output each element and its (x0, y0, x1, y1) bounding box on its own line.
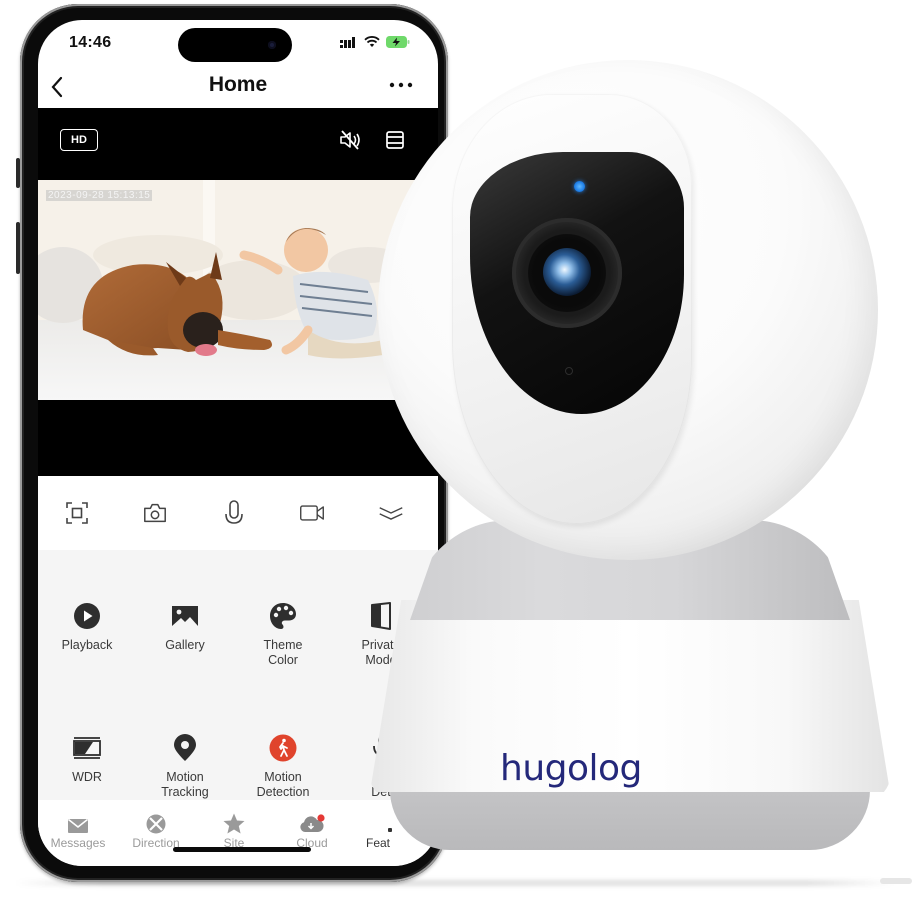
feature-label: Gallery (165, 638, 205, 652)
brand-logo: hugolog (500, 748, 642, 789)
palette-icon (270, 603, 296, 629)
status-time: 14:46 (69, 34, 112, 51)
phone-side-button (16, 158, 20, 188)
direction-pad-icon (146, 814, 166, 834)
feature-motion-detection[interactable]: Motion Detection (238, 734, 328, 800)
feature-gallery[interactable]: Gallery (140, 602, 230, 653)
cloud-icon (300, 814, 325, 832)
cellular-signal-icon (340, 36, 355, 48)
talk-button[interactable] (221, 500, 247, 526)
star-icon (223, 813, 245, 834)
security-camera-product: hugolog (360, 60, 912, 900)
power-cable (880, 878, 912, 884)
wifi-icon (364, 36, 380, 47)
status-icons (340, 36, 410, 48)
feature-label: Motion Detection (256, 770, 310, 799)
front-camera (268, 41, 276, 49)
notification-badge (317, 814, 325, 822)
location-pin-icon (174, 734, 196, 761)
fullscreen-icon (66, 502, 88, 524)
feature-wdr[interactable]: WDR (42, 734, 132, 785)
wdr-icon (73, 737, 101, 759)
hd-quality-button[interactable]: HD (60, 129, 98, 151)
feature-label: Playback (61, 638, 113, 652)
tab-cloud[interactable]: Cloud (272, 812, 352, 850)
camera-icon (144, 503, 166, 523)
home-indicator (173, 847, 311, 852)
camera-microphone-hole (565, 367, 573, 375)
status-led (574, 181, 585, 192)
tab-site[interactable]: Site (194, 812, 274, 850)
phone-side-button (16, 222, 20, 274)
tab-label: Messages (50, 836, 106, 850)
feature-label: WDR (72, 770, 102, 784)
battery-charging-icon (386, 36, 410, 48)
fullscreen-button[interactable] (64, 500, 90, 526)
camera-lens (543, 248, 591, 296)
feature-label: Motion Tracking (161, 770, 209, 799)
tab-messages[interactable]: Messages (38, 812, 118, 850)
dynamic-island (178, 28, 292, 62)
walking-person-icon (269, 734, 297, 762)
play-circle-icon (74, 603, 100, 629)
tab-direction[interactable]: Direction (116, 812, 196, 850)
record-button[interactable] (299, 500, 325, 526)
image-icon (172, 606, 198, 626)
feature-label: Theme Color (263, 638, 303, 667)
microphone-icon (225, 500, 243, 524)
video-timestamp: 2023-09-28 15:13:15 (46, 190, 153, 201)
feature-playback[interactable]: Playback (42, 602, 132, 653)
feature-theme-color[interactable]: Theme Color (238, 602, 328, 668)
feature-motion-tracking[interactable]: Motion Tracking (140, 734, 230, 800)
video-camera-icon (300, 505, 324, 521)
envelope-icon (68, 818, 88, 833)
snapshot-button[interactable] (142, 500, 168, 526)
